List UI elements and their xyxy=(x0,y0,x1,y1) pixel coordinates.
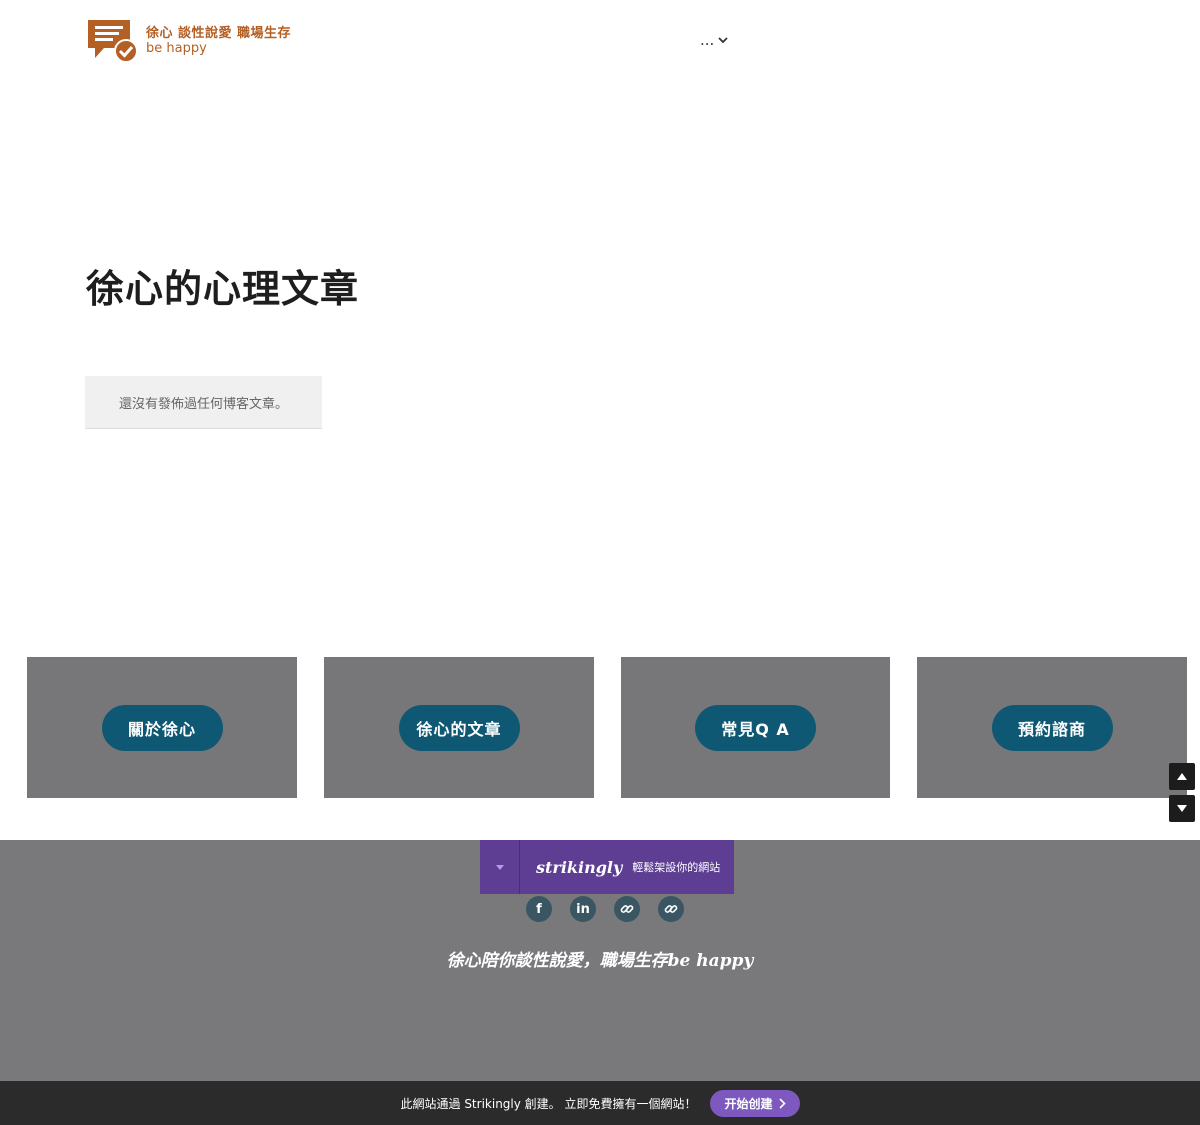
scroll-down-button[interactable] xyxy=(1169,795,1195,822)
social-links: f in xyxy=(526,896,684,922)
footer: strikingly 輕鬆架設你的網站 f in 徐心陪你談性說愛，職場生存be… xyxy=(0,840,1200,1081)
start-creating-button[interactable]: 开始创建 xyxy=(710,1089,800,1117)
link-1[interactable] xyxy=(614,896,640,922)
start-creating-label: 开始创建 xyxy=(724,1096,773,1111)
nav-more-label: ... xyxy=(700,31,715,49)
footer-tagline: 徐心陪你談性說愛，職場生存be happy xyxy=(446,951,754,971)
facebook-icon: f xyxy=(536,901,542,917)
link-icon xyxy=(620,905,634,913)
linkedin-link[interactable]: in xyxy=(570,896,596,922)
chat-check-icon xyxy=(88,20,138,63)
arrow-down-icon xyxy=(1177,805,1187,812)
strikingly-badge[interactable]: strikingly 輕鬆架設你的網站 xyxy=(480,840,734,894)
page-title: 徐心的心理文章 xyxy=(86,267,360,311)
strikingly-logo: strikingly xyxy=(536,857,623,877)
card-faq: 常見Q A xyxy=(621,657,890,798)
chevron-right-icon xyxy=(778,1097,786,1109)
nav-more-menu[interactable]: ... xyxy=(700,30,728,50)
site-logo[interactable]: 徐心 談性說愛 職場生存 be happy xyxy=(86,18,291,64)
chevron-down-icon xyxy=(718,37,728,44)
booking-button[interactable]: 預約諮商 xyxy=(991,704,1113,751)
strikingly-tagline: 輕鬆架設你的網站 xyxy=(632,861,721,874)
arrow-up-icon xyxy=(1177,773,1187,780)
link-icon xyxy=(664,905,678,913)
card-about: 關於徐心 xyxy=(27,657,297,798)
card-booking: 預約諮商 xyxy=(917,657,1187,798)
linkedin-icon: in xyxy=(576,901,590,917)
empty-blog-notice: 還沒有發佈過任何博客文章。 xyxy=(85,376,322,429)
link-2[interactable] xyxy=(658,896,684,922)
page: 徐心 談性說愛 職場生存 be happy ... 徐心的心理文章 還沒有發佈過… xyxy=(0,0,1200,1125)
strikingly-badge-toggle[interactable] xyxy=(480,840,520,894)
card-articles: 徐心的文章 xyxy=(324,657,594,798)
strikingly-bottom-bar: 此網站通過 Strikingly 創建。 立即免費擁有一個網站！ 开始创建 xyxy=(0,1081,1200,1125)
about-button[interactable]: 關於徐心 xyxy=(101,704,223,751)
caret-down-icon xyxy=(495,864,504,870)
header: 徐心 談性說愛 職場生存 be happy ... xyxy=(0,0,1200,80)
logo-text: 徐心 談性說愛 職場生存 be happy xyxy=(146,26,291,56)
articles-button[interactable]: 徐心的文章 xyxy=(398,704,520,751)
facebook-link[interactable]: f xyxy=(526,896,552,922)
logo-title: 徐心 談性說愛 職場生存 xyxy=(146,26,292,41)
faq-button[interactable]: 常見Q A xyxy=(695,704,816,751)
bottom-bar-text: 此網站通過 Strikingly 創建。 立即免費擁有一個網站！ xyxy=(400,1096,697,1111)
logo-subtitle: be happy xyxy=(146,41,207,56)
scroll-up-button[interactable] xyxy=(1169,763,1195,790)
